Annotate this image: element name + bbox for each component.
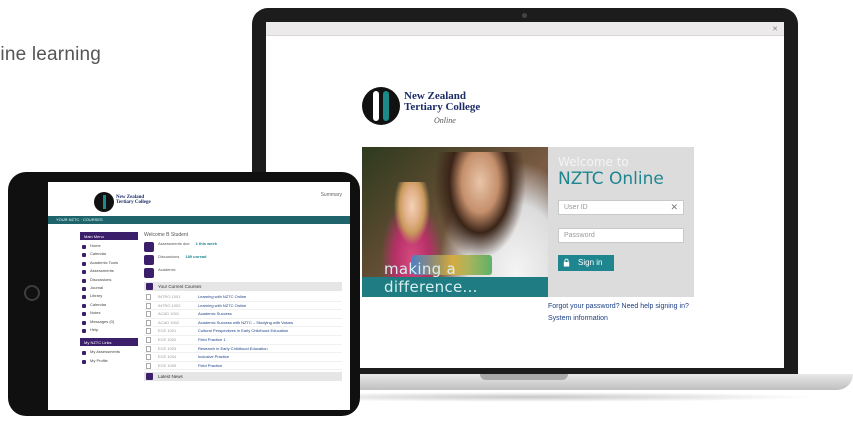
hero-image: making a difference... [362, 147, 548, 297]
welcome-text: Welcome to [558, 155, 629, 169]
course-row[interactable]: ECE 1001 Cultural Perspectives in Early C… [144, 327, 342, 336]
password-input[interactable]: Password [558, 228, 684, 243]
stat-row[interactable]: Assessments due 1 this week [144, 241, 342, 254]
sidebar-item[interactable]: Assessments [80, 268, 138, 276]
tablet-screen: New Zealand Tertiary College Summary YOU… [48, 182, 350, 410]
sign-in-button[interactable]: Sign in [558, 255, 614, 271]
course-row[interactable]: ACAD 1001 Academic Success [144, 310, 342, 319]
userid-input[interactable]: User ID ✕ [558, 200, 684, 215]
close-icon[interactable]: ✕ [772, 25, 778, 33]
clear-icon[interactable]: ✕ [670, 202, 678, 213]
courses-heading: Your Current Courses [144, 282, 342, 291]
sidebar-item[interactable]: Notes [80, 310, 138, 318]
tablet-main: Welcome B Student Assessments due 1 this … [144, 232, 342, 383]
sidebar-item[interactable]: Journal [80, 285, 138, 293]
nztc-logo-icon [362, 87, 400, 125]
home-button-icon [24, 285, 40, 301]
sidebar-item[interactable]: Home [80, 243, 138, 251]
sidebar-heading: My NZTC Links [80, 338, 138, 347]
sidebar-heading: Main Menu [80, 232, 138, 240]
page-headline: line learning [0, 44, 102, 65]
stat-row[interactable]: Discussions 189 unread [144, 254, 342, 267]
login-panel: Welcome to NZTC Online User ID ✕ Passwor… [548, 147, 694, 297]
tablet-sidebar: Main Menu Home Calendar Academic Tools A… [80, 232, 138, 366]
stat-row[interactable]: Academic [144, 267, 342, 280]
logo-online-text: Online [434, 116, 456, 125]
course-row[interactable]: ECE 1002 Field Practice 1 [144, 336, 342, 345]
login-title: NZTC Online [558, 169, 664, 189]
tablet-logo-text: New Zealand Tertiary College [116, 195, 151, 205]
sidebar-item[interactable]: Discussions [80, 277, 138, 285]
browser-toolbar: ✕ [266, 22, 784, 36]
nztc-logo-text: New Zealand Tertiary College [404, 90, 481, 113]
course-row[interactable]: INTRO 1001 Learning with NZTC Online [144, 293, 342, 302]
latest-news-heading: Latest News [144, 372, 342, 382]
camera-icon [522, 13, 527, 18]
hero-banner: making a difference... [362, 260, 548, 297]
course-row[interactable]: ACAD 1002 Academic Success with NZTC – St… [144, 319, 342, 328]
sidebar-item[interactable]: Academic Tools [80, 260, 138, 268]
hero-caption: making a difference... [384, 260, 478, 296]
sidebar-item[interactable]: Help [80, 327, 138, 335]
summary-link[interactable]: Summary [321, 192, 342, 198]
tablet-header: New Zealand Tertiary College Summary [48, 182, 350, 216]
sidebar-item[interactable]: My Profile [80, 358, 138, 366]
sidebar-item[interactable]: Calendar [80, 251, 138, 259]
course-row[interactable]: INTRO 1002 Learning with NZTC Online [144, 302, 342, 311]
sidebar-item[interactable]: My Assessments [80, 349, 138, 357]
sidebar-item[interactable]: Library [80, 293, 138, 301]
course-row[interactable]: ECE 1003 Research in Early Childhood Educ… [144, 345, 342, 354]
lock-icon [563, 258, 570, 267]
nav-text[interactable]: YOUR NZTC · COURSES [56, 217, 103, 222]
nztc-logo-icon [94, 192, 114, 212]
sidebar-item[interactable]: Calendar [80, 302, 138, 310]
course-row[interactable]: ECE 1004 Inclusive Practice [144, 353, 342, 362]
tablet-nav-bar: YOUR NZTC · COURSES [48, 216, 350, 224]
forgot-password-link[interactable]: Forgot your password? Need help signing … [548, 303, 689, 310]
tablet-mockup: New Zealand Tertiary College Summary YOU… [8, 172, 360, 416]
course-row[interactable]: ECE 1005 Field Practice [144, 362, 342, 371]
system-information-link[interactable]: System information [548, 315, 608, 322]
sidebar-item[interactable]: Messages (0) [80, 319, 138, 327]
welcome-heading: Welcome B Student [144, 232, 189, 238]
